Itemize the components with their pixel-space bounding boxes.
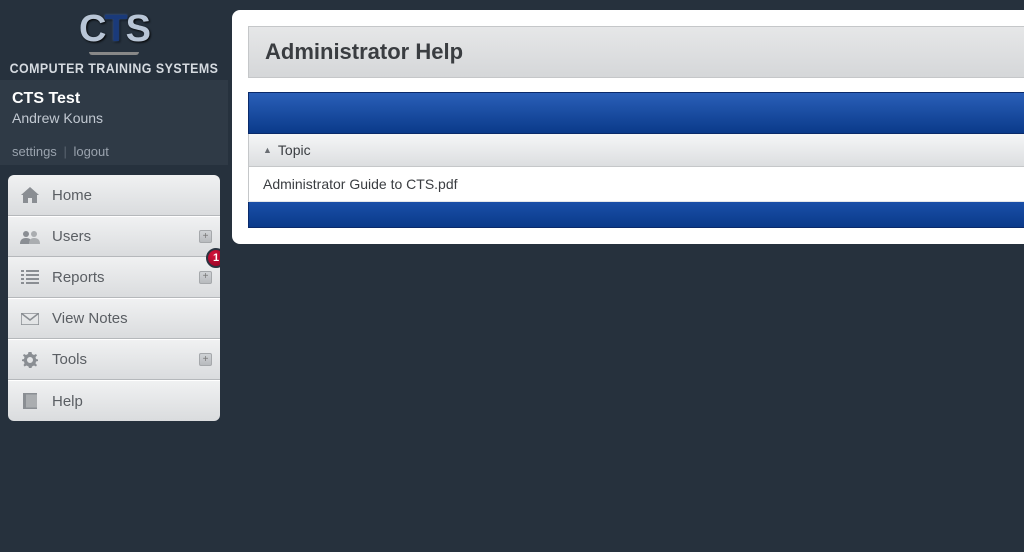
- users-icon: [18, 227, 42, 247]
- sort-asc-icon: ▲: [263, 145, 272, 155]
- user-name: Andrew Kouns: [12, 110, 216, 126]
- column-topic: Topic: [278, 142, 311, 158]
- table-header-row[interactable]: ▲ Topic: [248, 134, 1024, 167]
- list-icon: [18, 267, 42, 287]
- org-name: CTS Test: [12, 90, 216, 108]
- nav-home[interactable]: Home: [8, 175, 220, 216]
- settings-link[interactable]: settings: [12, 144, 57, 159]
- nav-view-notes[interactable]: View Notes: [8, 298, 220, 339]
- brand-logo: CTS COMPUTER TRAINING SYSTEMS: [0, 0, 228, 80]
- nav-reports[interactable]: Reports +: [8, 257, 220, 298]
- nav-users-label: Users: [52, 228, 91, 245]
- nav-help-label: Help: [52, 393, 83, 410]
- logo-letter-c: C: [79, 8, 104, 50]
- main-panel: Administrator Help ▲ Topic Administrator…: [232, 10, 1024, 244]
- main-nav: Home Users + Reports + 1 View Notes: [8, 175, 220, 421]
- nav-tools-label: Tools: [52, 351, 87, 368]
- nav-users[interactable]: Users +: [8, 216, 220, 257]
- nav-help[interactable]: Help: [8, 380, 220, 421]
- page-title: Administrator Help: [265, 39, 1008, 65]
- user-info-block: CTS Test Andrew Kouns settings | logout: [0, 80, 228, 165]
- logo-letter-s: S: [126, 8, 149, 50]
- home-icon: [18, 185, 42, 205]
- nav-tools[interactable]: Tools +: [8, 339, 220, 380]
- logout-link[interactable]: logout: [73, 144, 108, 159]
- table-row[interactable]: Administrator Guide to CTS.pdf: [248, 167, 1024, 202]
- expand-icon[interactable]: +: [199, 353, 212, 366]
- logo-letter-t: T: [104, 8, 125, 50]
- expand-icon[interactable]: +: [199, 230, 212, 243]
- nav-reports-label: Reports: [52, 269, 105, 286]
- book-icon: [18, 391, 42, 411]
- panel-header: Administrator Help: [248, 26, 1024, 78]
- brand-subtitle: COMPUTER TRAINING SYSTEMS: [9, 61, 219, 76]
- nav-home-label: Home: [52, 187, 92, 204]
- table-bottom-bar: [248, 202, 1024, 228]
- expand-icon[interactable]: +: [199, 271, 212, 284]
- notification-badge: 1: [206, 248, 220, 268]
- envelope-icon: [18, 309, 42, 329]
- link-separator: |: [63, 144, 66, 159]
- nav-view-notes-label: View Notes: [52, 310, 128, 327]
- gear-icon: [18, 350, 42, 370]
- table-top-bar: [248, 92, 1024, 134]
